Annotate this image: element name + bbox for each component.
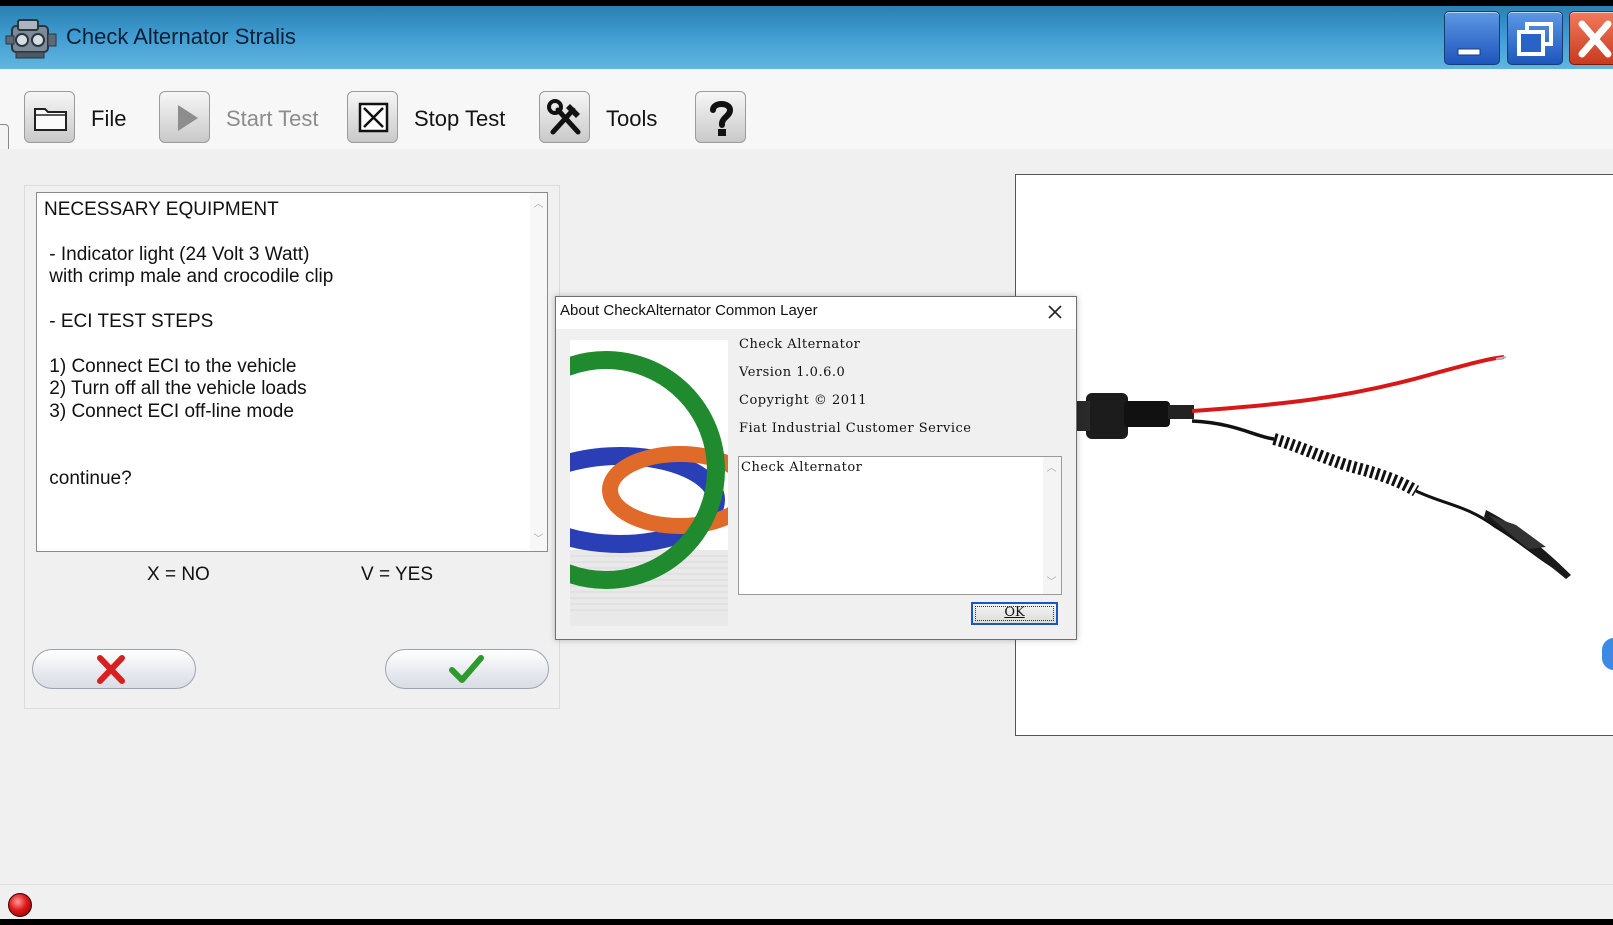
instructions-text: NECESSARY EQUIPMENT - Indicator light (2…: [44, 199, 334, 489]
folder-icon: [34, 108, 67, 131]
about-dialog-title: About CheckAlternator Common Layer: [560, 302, 818, 319]
scroll-up-arrow-icon[interactable]: ︿: [533, 199, 544, 210]
start-test-button[interactable]: [159, 91, 210, 143]
no-button[interactable]: [32, 649, 196, 689]
description-scrollbar[interactable]: ︿ ﹀: [1043, 457, 1061, 594]
about-company: Fiat Industrial Customer Service: [739, 421, 972, 436]
red-x-icon: [97, 655, 125, 684]
window-title: Check Alternator Stralis: [66, 24, 296, 49]
toolbar-start-test-label[interactable]: Start Test: [226, 106, 319, 132]
toolbar-file-label[interactable]: File: [91, 106, 126, 132]
engine-app-icon: [5, 19, 57, 59]
help-icon: [710, 101, 734, 136]
scroll-down-arrow-icon[interactable]: ﹀: [1046, 577, 1057, 588]
close-icon: [1578, 20, 1612, 58]
restore-icon: [1517, 22, 1553, 56]
green-check-icon: [449, 655, 484, 683]
minimize-icon: [1457, 48, 1481, 56]
about-description-box[interactable]: Check Alternator ︿ ﹀: [738, 456, 1062, 595]
toolbar-stop-test-label[interactable]: Stop Test: [414, 106, 505, 132]
about-dialog: About CheckAlternator Common Layer Check…: [555, 296, 1077, 640]
option-no-label: X = NO: [147, 564, 210, 585]
scroll-down-arrow-icon[interactable]: ﹀: [533, 534, 544, 545]
instructions-scrollbar[interactable]: ︿ ﹀: [530, 193, 547, 551]
tools-button[interactable]: [539, 91, 590, 143]
about-product-name: Check Alternator: [739, 337, 861, 352]
stop-test-button[interactable]: [347, 91, 398, 143]
main-window: Check Alternator Stralis File Start Test…: [0, 6, 1613, 919]
rings-logo-icon: [570, 340, 728, 626]
toolbar-tools-label[interactable]: Tools: [606, 106, 657, 132]
side-tab-handle[interactable]: [1602, 638, 1613, 670]
about-description-text: Check Alternator: [741, 460, 863, 475]
status-led-icon: [8, 893, 32, 917]
instructions-box: NECESSARY EQUIPMENT - Indicator light (2…: [36, 192, 548, 552]
file-button[interactable]: [24, 91, 75, 143]
tools-icon: [547, 99, 581, 135]
status-bar: [0, 884, 1613, 919]
title-bar[interactable]: Check Alternator Stralis: [0, 6, 1613, 69]
close-icon: [1048, 305, 1062, 319]
scroll-up-arrow-icon[interactable]: ︿: [1046, 463, 1057, 474]
ok-label: OK: [1004, 605, 1025, 620]
option-yes-label: V = YES: [361, 564, 434, 585]
yes-button[interactable]: [385, 649, 549, 689]
about-version: Version 1.0.6.0: [739, 365, 846, 380]
ok-button[interactable]: OK: [971, 602, 1058, 625]
toolbar: File Start Test Stop Test Tools: [0, 69, 1613, 186]
instructions-panel: NECESSARY EQUIPMENT - Indicator light (2…: [24, 185, 560, 709]
minimize-button[interactable]: [1444, 11, 1500, 65]
close-window-button[interactable]: [1569, 11, 1613, 65]
stop-icon: [358, 102, 389, 133]
help-button[interactable]: [695, 91, 746, 143]
about-copyright: Copyright © 2011: [739, 393, 868, 408]
play-icon: [178, 105, 198, 131]
about-dialog-body: Check Alternator Version 1.0.6.0 Copyrig…: [556, 329, 1076, 639]
dialog-close-button[interactable]: [1038, 299, 1072, 325]
maximize-button[interactable]: [1507, 11, 1563, 65]
indicator-lamp-cable-icon: [1076, 355, 1571, 579]
equipment-image: [1015, 174, 1613, 736]
